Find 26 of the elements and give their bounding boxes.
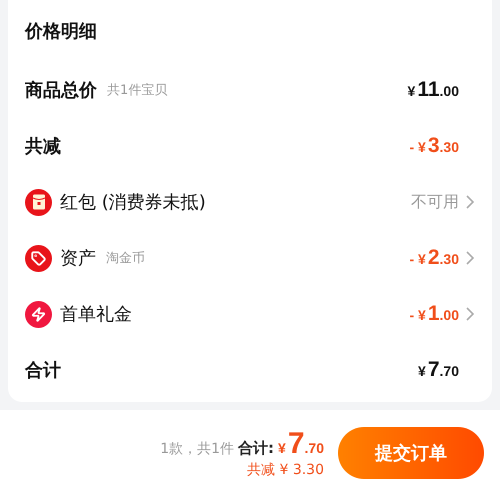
saved-amount: 共减 ¥ 3.30 bbox=[247, 461, 324, 479]
chevron-right-icon[interactable] bbox=[465, 194, 475, 210]
lightning-icon bbox=[25, 300, 52, 328]
item-count: 1款，共1件 bbox=[160, 440, 234, 458]
submit-order-button[interactable]: 提交订单 bbox=[338, 427, 484, 479]
chevron-right-icon[interactable] bbox=[465, 250, 475, 266]
envelope-icon bbox=[25, 188, 52, 216]
price: ¥7.70 bbox=[418, 358, 459, 382]
row-label: 合计 bbox=[25, 359, 61, 382]
row-note: 淘金币 bbox=[106, 250, 145, 268]
tag-icon bbox=[25, 244, 52, 272]
total-price: ¥7.70 bbox=[278, 427, 324, 461]
row-label: 商品总价 bbox=[25, 79, 97, 102]
chevron-right-icon[interactable] bbox=[465, 306, 475, 322]
section-title: 价格明细 bbox=[25, 20, 98, 44]
price: - ¥3.30 bbox=[410, 134, 459, 158]
row-label: 资产 bbox=[60, 247, 96, 270]
price: - ¥1.00 bbox=[410, 302, 459, 326]
total-label: 合计: bbox=[238, 439, 274, 458]
price: - ¥2.30 bbox=[410, 246, 459, 270]
status-text: 不可用 bbox=[411, 192, 459, 213]
price: ¥11.00 bbox=[408, 78, 459, 102]
row-label: 共减 bbox=[25, 135, 61, 158]
row-label: 红包 (消费券未抵) bbox=[60, 191, 206, 214]
row-note: 共1件宝贝 bbox=[107, 82, 168, 100]
row-label: 首单礼金 bbox=[60, 303, 132, 326]
